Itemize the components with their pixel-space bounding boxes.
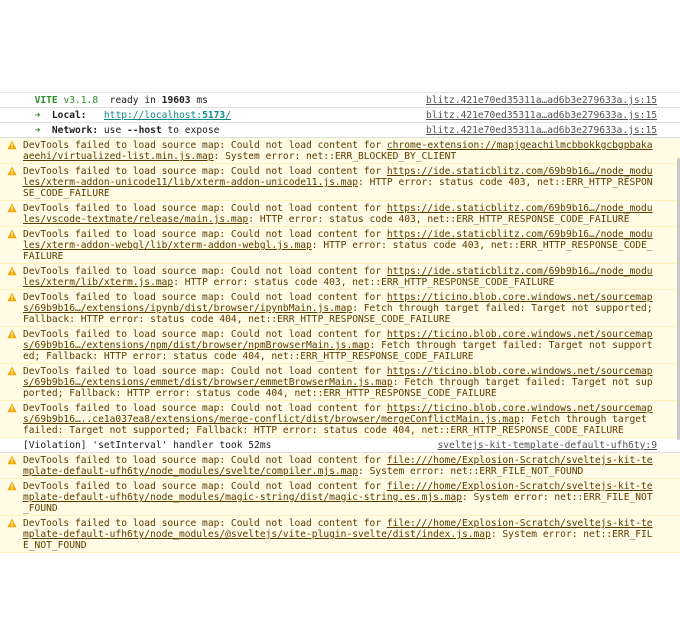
- console-top-area: [0, 0, 680, 93]
- source-link[interactable]: blitz.421e70ed35311a…ad6b3e279633a.js:15: [426, 110, 657, 121]
- console-warning: DevTools failed to load source map: Coul…: [0, 516, 680, 553]
- vite-brand: VITE: [34, 95, 58, 106]
- violation-text: [Violation] 'setInterval' handler took 5…: [23, 440, 272, 451]
- source-link[interactable]: blitz.421e70ed35311a…ad6b3e279633a.js:15: [426, 125, 657, 136]
- console-warning: DevTools failed to load source map: Coul…: [0, 164, 680, 201]
- warning-icon: [7, 518, 17, 528]
- source-link[interactable]: sveltejs-kit-template-default-ufh6ty:9: [438, 440, 658, 451]
- console-warning: DevTools failed to load source map: Coul…: [0, 327, 680, 364]
- console-log-vite-local: blitz.421e70ed35311a…ad6b3e279633a.js:15…: [0, 108, 680, 123]
- console-warning: DevTools failed to load source map: Coul…: [0, 364, 680, 401]
- warning-icon: [7, 229, 17, 239]
- warning-icon: [7, 140, 17, 150]
- console-log-vite-ready: blitz.421e70ed35311a…ad6b3e279633a.js:15…: [0, 93, 680, 108]
- warning-icon: [7, 292, 17, 302]
- warning-icon: [7, 455, 17, 465]
- warning-icon: [7, 266, 17, 276]
- console-warning: DevTools failed to load source map: Coul…: [0, 401, 680, 438]
- console-warning: DevTools failed to load source map: Coul…: [0, 264, 680, 290]
- warning-icon: [7, 203, 17, 213]
- console-warning: DevTools failed to load source map: Coul…: [0, 201, 680, 227]
- vite-version: v3.1.8: [63, 95, 99, 106]
- console-warning: DevTools failed to load source map: Coul…: [0, 290, 680, 327]
- source-link[interactable]: blitz.421e70ed35311a…ad6b3e279633a.js:15: [426, 95, 657, 106]
- console-violation: sveltejs-kit-template-default-ufh6ty:9 […: [0, 438, 680, 453]
- devtools-console: blitz.421e70ed35311a…ad6b3e279633a.js:15…: [0, 0, 680, 628]
- warning-icon: [7, 481, 17, 491]
- local-url[interactable]: http://localhost:5173/: [104, 110, 231, 121]
- ready-ms: 19603: [161, 95, 191, 106]
- warning-group: DevTools failed to load source map: Coul…: [0, 138, 680, 438]
- warning-icon: [7, 166, 17, 176]
- warning-icon: [7, 329, 17, 339]
- console-log-vite-network: blitz.421e70ed35311a…ad6b3e279633a.js:15…: [0, 123, 680, 138]
- console-warning: DevTools failed to load source map: Coul…: [0, 453, 680, 479]
- arrow-icon: ➜: [34, 125, 41, 136]
- warning-group: DevTools failed to load source map: Coul…: [0, 453, 680, 553]
- console-warning: DevTools failed to load source map: Coul…: [0, 479, 680, 516]
- arrow-icon: ➜: [34, 110, 41, 121]
- console-warning: DevTools failed to load source map: Coul…: [0, 227, 680, 264]
- console-warning: DevTools failed to load source map: Coul…: [0, 138, 680, 164]
- warning-icon: [7, 366, 17, 376]
- warning-icon: [7, 403, 17, 413]
